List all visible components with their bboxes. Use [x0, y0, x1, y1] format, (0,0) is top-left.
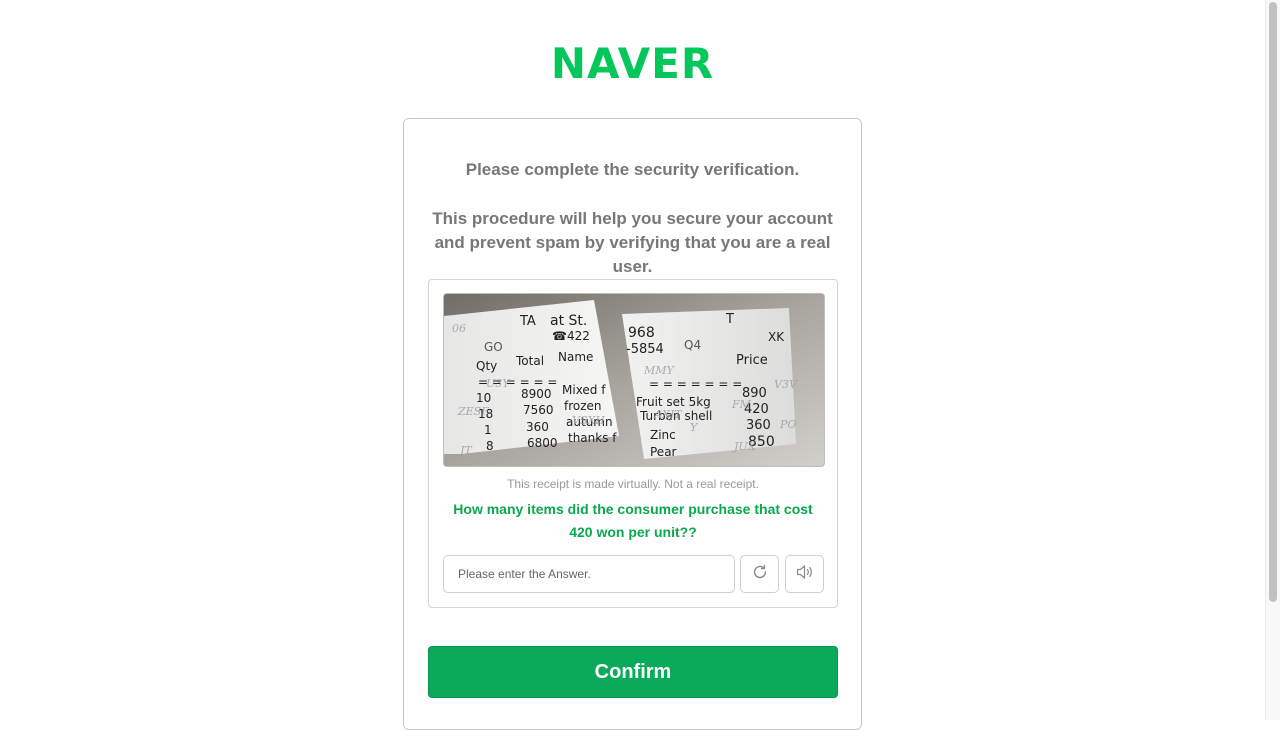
rr-r2-price: 360	[746, 418, 771, 433]
answer-input[interactable]	[443, 555, 735, 593]
svg-text:06: 06	[452, 322, 466, 335]
refresh-icon	[751, 563, 769, 586]
rr-r2-name: Zinc	[650, 428, 676, 442]
lr-r0-qty: 10	[476, 391, 491, 405]
svg-text:AXJT: AXJT	[653, 408, 683, 421]
intro-description: This procedure will help you secure your…	[432, 209, 833, 276]
captcha-question: How many items did the consumer purchase…	[453, 501, 813, 540]
lr-r2-qty: 1	[484, 423, 492, 437]
svg-text:JT: JT	[458, 444, 473, 457]
audio-button[interactable]	[785, 555, 824, 593]
lr-h2: ☎422	[552, 329, 590, 343]
scrollbar-thumb[interactable]	[1269, 2, 1277, 602]
lr-col-name: Name	[558, 350, 593, 364]
lr-r3-total: 6800	[527, 436, 558, 450]
svg-text:PO: PO	[779, 418, 796, 431]
verification-card: Please complete the security verificatio…	[403, 118, 862, 730]
svg-text:VSXH: VSXH	[572, 414, 605, 427]
rr-h1: -5854	[626, 342, 664, 357]
rr-h4: XK	[768, 330, 785, 344]
svg-text:MMY: MMY	[643, 364, 676, 377]
lr-r3-name: thanks f	[568, 431, 617, 445]
rr-h2: Q4	[684, 338, 701, 352]
rr-h0: 968	[628, 325, 655, 341]
lr-h0: TA	[519, 314, 536, 329]
captcha-box: TA at St. ☎422 GO Qty Total Name = = = =…	[428, 279, 838, 608]
lr-h3: GO	[484, 340, 503, 354]
svg-text:V3V: V3V	[774, 378, 798, 391]
refresh-button[interactable]	[740, 555, 779, 593]
lr-r0-total: 8900	[521, 387, 552, 401]
rr-r0-name: Fruit set 5kg	[636, 395, 711, 409]
lr-col-total: Total	[515, 354, 544, 368]
receipt-notice: This receipt is made virtually. Not a re…	[507, 477, 759, 491]
svg-text:FM: FM	[731, 398, 752, 411]
rr-col-price: Price	[736, 353, 768, 368]
naver-logo: NAVER	[550, 39, 715, 88]
rr-r3-name: Pear	[650, 445, 677, 459]
lr-col-qty: Qty	[476, 359, 497, 373]
intro-heading: Please complete the security verificatio…	[465, 160, 800, 179]
svg-text:ZESF: ZESF	[457, 405, 489, 418]
rr-h3: T	[725, 312, 734, 327]
speaker-icon	[795, 563, 815, 586]
lr-r2-total: 360	[526, 420, 549, 434]
lr-r1-total: 7560	[523, 403, 554, 417]
svg-text:JUX: JUX	[732, 440, 757, 453]
svg-text:U3Y: U3Y	[486, 377, 511, 390]
lr-h1: at St.	[550, 313, 587, 329]
lr-r3-qty: 8	[486, 439, 494, 453]
receipt-image: TA at St. ☎422 GO Qty Total Name = = = =…	[443, 293, 825, 467]
scrollbar[interactable]	[1265, 0, 1280, 720]
lr-r1-name: frozen	[564, 399, 602, 413]
confirm-button[interactable]: Confirm	[428, 646, 838, 698]
lr-r0-name: Mixed f	[562, 383, 606, 397]
svg-text:= = = = = = =: = = = = = = =	[649, 377, 742, 391]
